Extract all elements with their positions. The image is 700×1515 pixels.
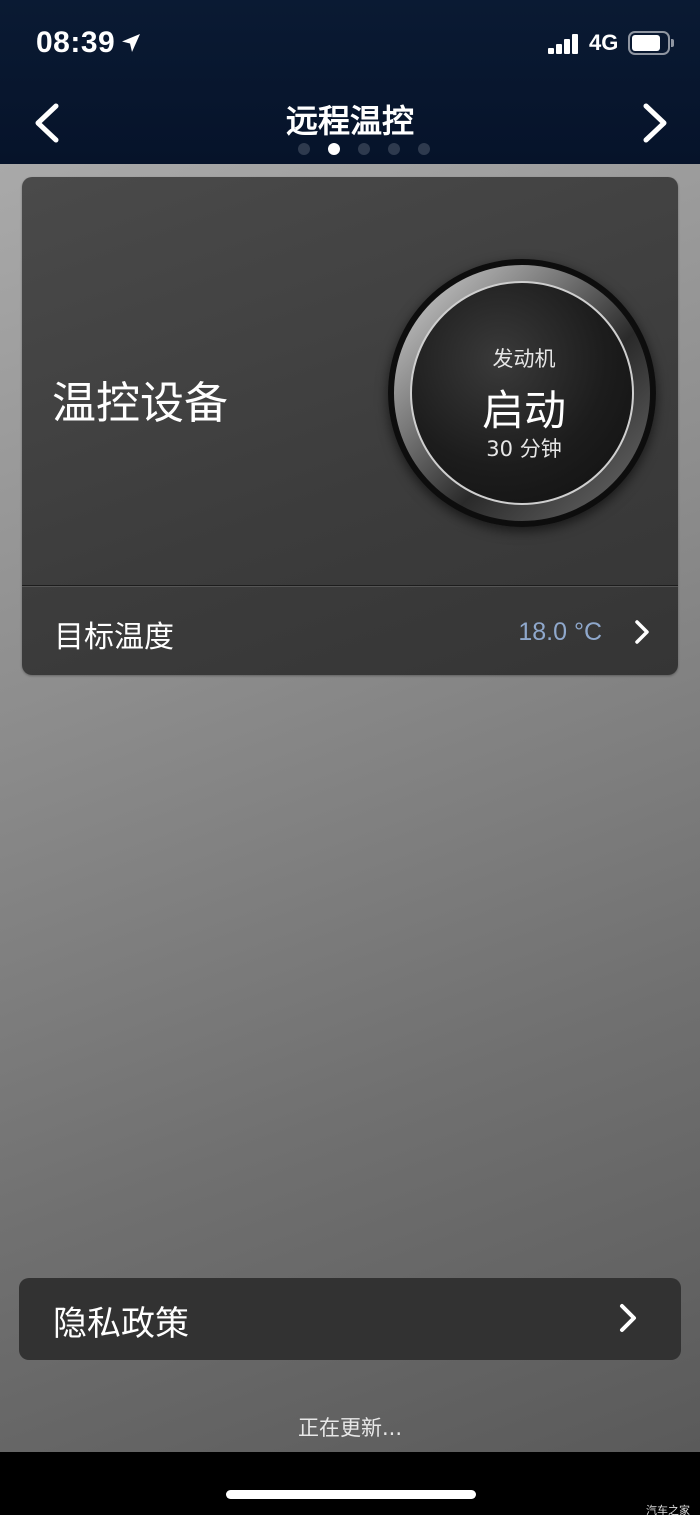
status-bar: 08:39 4G bbox=[0, 0, 700, 80]
privacy-policy-label: 隐私政策 bbox=[53, 1304, 189, 1344]
app-header: 08:39 4G 远程温控 bbox=[0, 0, 700, 164]
home-indicator[interactable] bbox=[226, 1490, 476, 1499]
page-dot[interactable] bbox=[358, 143, 370, 155]
chevron-right-icon bbox=[635, 620, 649, 644]
chevron-right-icon[interactable] bbox=[634, 100, 674, 146]
privacy-policy-row[interactable]: 隐私政策 bbox=[19, 1278, 681, 1360]
target-temperature-row[interactable]: 目标温度 18.0 °C bbox=[22, 588, 678, 675]
device-label: 温控设备 bbox=[52, 378, 228, 429]
page-dot[interactable] bbox=[388, 143, 400, 155]
location-arrow-icon bbox=[122, 34, 140, 52]
chevron-right-icon bbox=[620, 1304, 636, 1332]
engine-action-label: 启动 bbox=[481, 386, 566, 435]
cellular-signal-icon bbox=[548, 34, 580, 54]
engine-label: 发动机 bbox=[492, 347, 556, 371]
page-dot[interactable] bbox=[418, 143, 430, 155]
page-title: 远程温控 bbox=[285, 102, 414, 140]
page-indicator[interactable] bbox=[298, 143, 438, 155]
target-temperature-value: 18.0 °C bbox=[518, 618, 602, 646]
engine-button-face: 发动机 启动 30 分钟 bbox=[410, 281, 634, 505]
engine-start-button[interactable]: 发动机 启动 30 分钟 bbox=[388, 259, 656, 527]
engine-duration: 30 分钟 bbox=[486, 437, 562, 461]
climate-control-card: 温控设备 发动机 启动 30 分钟 目标温度 18.0 °C bbox=[22, 177, 678, 675]
engine-button-ring: 发动机 启动 30 分钟 bbox=[394, 265, 650, 521]
target-temperature-label: 目标温度 bbox=[54, 620, 174, 655]
network-type: 4G bbox=[589, 30, 619, 55]
page-dot[interactable] bbox=[298, 143, 310, 155]
page-dot-active[interactable] bbox=[328, 143, 340, 155]
card-divider bbox=[22, 585, 678, 587]
updating-status: 正在更新... bbox=[297, 1416, 403, 1440]
battery-icon bbox=[628, 31, 674, 55]
status-time: 08:39 bbox=[36, 26, 116, 59]
home-bar-area: 汽车之家 bbox=[0, 1452, 700, 1515]
watermark: 汽车之家 bbox=[646, 1504, 690, 1515]
